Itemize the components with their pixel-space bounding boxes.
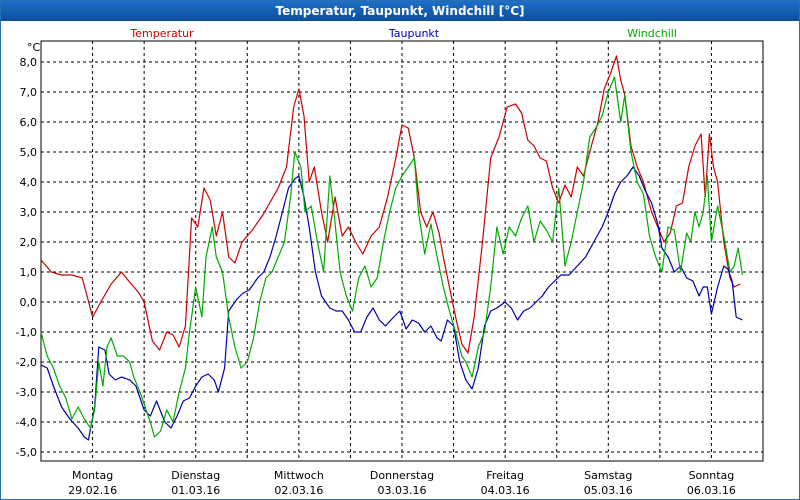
x-date-label: 06.03.16 [687,484,736,497]
y-tick-label: -5,0 [16,446,37,459]
x-date-label: 03.03.16 [378,484,427,497]
x-date-label: 04.03.16 [481,484,530,497]
y-tick-label: 1,0 [20,266,38,279]
x-date-label: 01.03.16 [171,484,220,497]
x-day-label: Mittwoch [274,469,324,482]
chart-window: Temperatur, Taupunkt, Windchill [°C] 8,0… [0,0,800,500]
y-tick-label: 7,0 [20,86,38,99]
y-tick-label: 2,0 [20,236,38,249]
x-date-label: 02.03.16 [274,484,323,497]
x-date-label: 29.02.16 [68,484,117,497]
y-tick-label: 3,0 [20,206,38,219]
x-day-label: Freitag [486,469,524,482]
y-tick-label: 5,0 [20,146,38,159]
x-day-label: Montag [72,469,113,482]
x-day-label: Sonntag [689,469,735,482]
x-date-label: 05.03.16 [584,484,633,497]
y-tick-label: -3,0 [16,386,37,399]
y-tick-label: -4,0 [16,416,37,429]
legend-taupunkt: Taupunkt [388,27,440,40]
chart-svg: 8,0 7,0 6,0 5,0 4,0 3,0 2,0 1,0 0,0 -1,0 -2,0 -3,0 -… [16,27,764,497]
x-day-label: Donnerstag [370,469,434,482]
y-axis-unit-label: °C [27,41,41,54]
x-day-label: Dienstag [171,469,220,482]
y-tick-label: -2,0 [16,356,37,369]
y-tick-label: -1,0 [16,326,37,339]
y-tick-label: 8,0 [20,56,38,69]
legend-temperatur: Temperatur [129,27,194,40]
y-tick-label: 0,0 [20,296,38,309]
y-tick-label: 4,0 [20,176,38,189]
x-day-label: Samstag [584,469,632,482]
legend-windchill: Windchill [627,27,677,40]
y-tick-label: 6,0 [20,116,38,129]
